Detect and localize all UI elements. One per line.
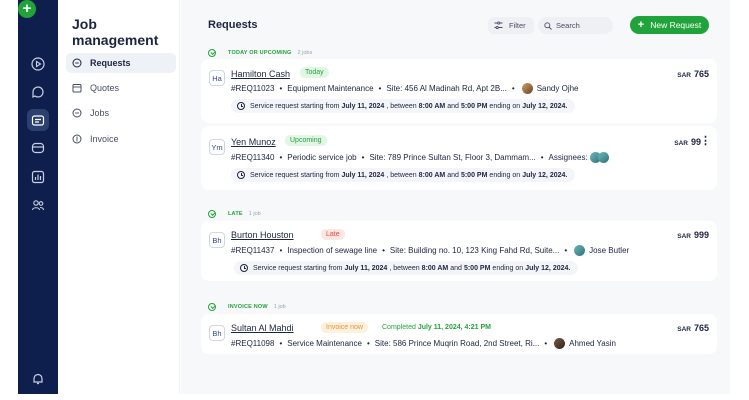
side-panel: Job management Requests Quotes Jobs Invo… [58, 0, 180, 394]
search-input[interactable] [556, 21, 612, 30]
page-title: Requests [208, 19, 258, 31]
play-icon[interactable] [27, 53, 49, 75]
site-address: Site: 456 Al Madinah Rd, Apt 2B... [386, 84, 507, 93]
client-avatar: Bh [209, 325, 225, 341]
sidebar-item-invoice[interactable]: Invoice [66, 129, 176, 149]
status-badge: Upcoming [285, 135, 327, 146]
section-late: LATE 1 job [208, 210, 261, 218]
link-icon [72, 108, 82, 118]
new-request-label: New Request [650, 20, 702, 30]
search-icon [544, 21, 552, 30]
client-avatar: Ha [209, 70, 225, 86]
sidebar-item-label: Requests [90, 58, 131, 68]
assignee-name: Sandy Ojhe [536, 84, 579, 93]
status-badge: Late [321, 229, 345, 240]
schedule-pill: Service request starting from July 11, 2… [234, 261, 579, 275]
bell-icon[interactable] [27, 368, 49, 390]
sidebar-item-requests[interactable]: Requests [66, 53, 176, 73]
client-name[interactable]: Yen Munoz [231, 137, 276, 147]
request-id: #REQ11340 [231, 153, 275, 162]
service-type: Periodic service job [287, 153, 357, 162]
check-circle-icon [208, 210, 216, 218]
assignee-name: Ahmed Yasin [569, 339, 616, 348]
assignee-name: Jose Butler [589, 246, 630, 255]
service-type: Inspection of sewage line [287, 246, 378, 255]
search-box[interactable] [538, 17, 613, 34]
request-info: #REQ11098 • Service Maintenance • Site: … [231, 338, 616, 349]
request-id: #REQ11098 [231, 339, 275, 348]
check-circle-icon [208, 49, 216, 57]
status-badge: Today [300, 67, 329, 78]
client-name[interactable]: Hamilton Cash [231, 69, 290, 79]
section-invoice-now: INVOICE NOW 1 job [208, 303, 286, 311]
clock-icon [237, 102, 245, 110]
main-content: Requests Filter + New Request TODAY OR U… [181, 0, 730, 394]
request-card[interactable]: Ha Hamilton Cash Today #REQ11023 • Equip… [201, 59, 717, 123]
site-address: Site: Building no. 10, 123 King Fahd Rd,… [389, 246, 560, 255]
assignee-avatar [554, 338, 566, 349]
more-options-icon[interactable]: ⋮ [700, 134, 711, 147]
calendar-icon [72, 83, 82, 93]
users-icon[interactable] [27, 194, 49, 216]
check-circle-icon [208, 303, 216, 311]
service-type: Service Maintenance [287, 339, 362, 348]
request-info: #REQ11437 • Inspection of sewage line • … [231, 245, 630, 256]
completed-timestamp: Completed July 11, 2024, 4:21 PM [382, 324, 491, 331]
new-request-button[interactable]: + New Request [630, 16, 709, 34]
assignee-avatar [521, 83, 533, 94]
sidebar-item-label: Jobs [90, 108, 110, 118]
client-name[interactable]: Sultan Al Mahdi [231, 323, 294, 333]
request-id: #REQ11437 [231, 246, 275, 255]
filter-button[interactable]: Filter [488, 17, 534, 34]
client-avatar: Bh [209, 232, 225, 248]
service-type: Equipment Maintenance [287, 84, 374, 93]
side-panel-title: Job management [72, 16, 159, 48]
schedule-pill: Service request starting from July 11, 2… [231, 99, 576, 113]
site-address: Site: 789 Prince Sultan St, Floor 3, Dam… [369, 153, 536, 162]
request-card[interactable]: Ym Yen Munoz Upcoming #REQ11340 • Period… [201, 126, 717, 190]
request-id: #REQ11023 [231, 84, 275, 93]
request-info: #REQ11340 • Periodic service job • Site:… [231, 152, 613, 163]
client-avatar: Ym [209, 139, 225, 155]
chart-icon[interactable] [27, 166, 49, 188]
dollar-icon [72, 134, 82, 144]
request-price: SAR 999 [677, 230, 709, 240]
request-card[interactable]: Bh Sultan Al Mahdi Invoice now Completed… [201, 314, 717, 354]
assignee-avatar [574, 245, 586, 256]
plus-icon: + [637, 19, 645, 31]
clock-icon [240, 264, 248, 272]
request-price: SAR 99 [674, 137, 701, 147]
sidebar-item-label: Invoice [90, 134, 119, 144]
request-info: #REQ11023 • Equipment Maintenance • Site… [231, 83, 579, 94]
briefcase-icon[interactable] [27, 109, 49, 131]
request-price: SAR 765 [677, 69, 709, 79]
request-price: SAR 765 [677, 323, 709, 333]
section-today-upcoming: TODAY OR UPCOMING 2 jobs [208, 49, 312, 57]
status-badge: Invoice now [321, 322, 368, 333]
assignees-label: Assignees: [548, 153, 588, 162]
schedule-pill: Service request starting from July 11, 2… [231, 168, 576, 182]
site-address: Site: 586 Prince Muqrin Road, 2nd Street… [374, 339, 540, 348]
clock-icon [237, 171, 245, 179]
chat-icon[interactable] [27, 81, 49, 103]
add-icon[interactable]: + [18, 0, 36, 18]
sidebar-item-label: Quotes [90, 83, 120, 93]
client-name[interactable]: Burton Houston [231, 230, 294, 240]
icon-rail: + [18, 0, 58, 394]
request-card[interactable]: Bh Burton Houston Late #REQ11437 • Inspe… [201, 221, 717, 281]
filter-icon [494, 21, 503, 30]
chat-bubble-icon [72, 58, 82, 68]
assignee-avatar [597, 152, 609, 163]
inbox-icon[interactable] [27, 137, 49, 159]
sidebar-item-quotes[interactable]: Quotes [66, 78, 176, 98]
sidebar-item-jobs[interactable]: Jobs [66, 103, 176, 123]
filter-label: Filter [509, 21, 526, 30]
